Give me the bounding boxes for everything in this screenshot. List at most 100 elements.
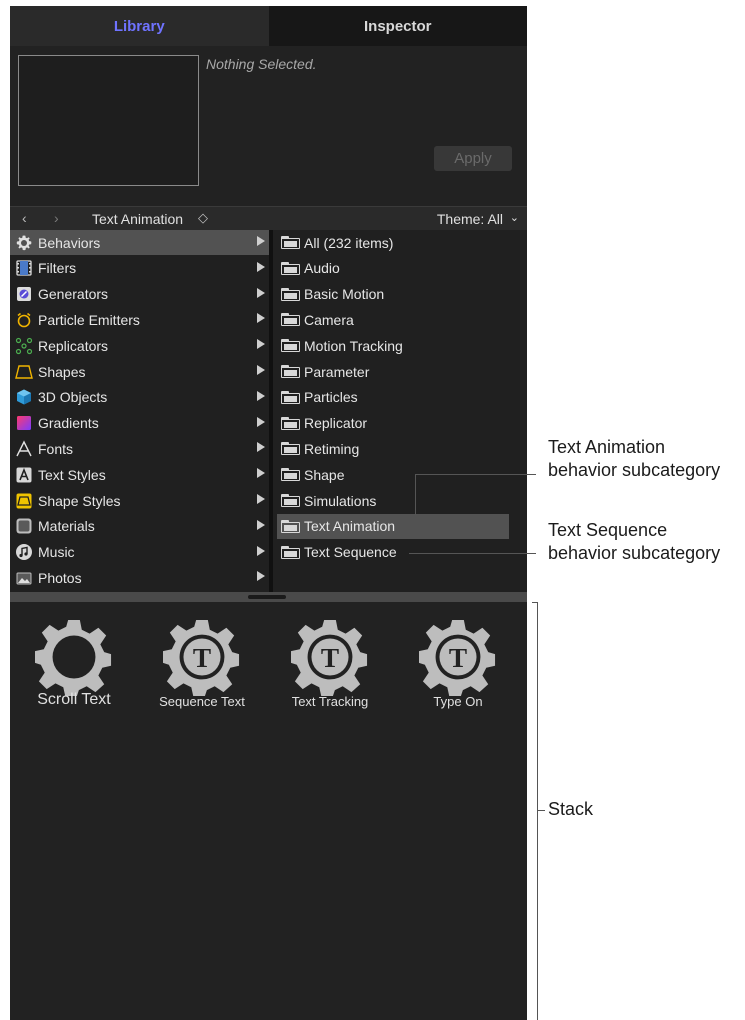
subcategory-label: Replicator bbox=[304, 415, 368, 432]
category-label: Photos bbox=[38, 569, 82, 586]
theme-popup[interactable]: Theme: All bbox=[437, 211, 503, 227]
disclosure-arrow-icon bbox=[257, 519, 265, 530]
gear-icon bbox=[35, 619, 112, 696]
disclosure-arrow-icon bbox=[257, 416, 265, 427]
category-item-particle-emitters[interactable]: Particle Emitters bbox=[10, 307, 269, 332]
subcategory-item-simulations[interactable]: Simulations bbox=[277, 488, 509, 513]
disclosure-arrow-icon bbox=[257, 339, 265, 350]
photos-icon bbox=[15, 569, 33, 587]
category-item-text-styles[interactable]: Text Styles bbox=[10, 462, 269, 487]
category-label: Gradients bbox=[38, 415, 99, 432]
subcategory-label: Basic Motion bbox=[304, 286, 385, 303]
category-item-fonts[interactable]: Fonts bbox=[10, 436, 269, 461]
folder-icon bbox=[281, 442, 300, 456]
selection-status: Nothing Selected. bbox=[206, 56, 317, 72]
folder-icon bbox=[281, 236, 300, 249]
category-item-behaviors[interactable]: Behaviors bbox=[10, 230, 269, 255]
alarm-icon bbox=[15, 311, 33, 329]
category-popup[interactable]: Text Animation bbox=[92, 211, 183, 227]
category-label: Behaviors bbox=[38, 234, 101, 251]
subcategory-item-basic-motion[interactable]: Basic Motion bbox=[277, 282, 509, 307]
folder-icon bbox=[281, 365, 300, 378]
subcategory-item-replicator[interactable]: Replicator bbox=[277, 411, 509, 436]
subcategory-label: Parameter bbox=[304, 363, 370, 380]
replicator-icon bbox=[15, 337, 33, 355]
category-item-replicators[interactable]: Replicators bbox=[10, 333, 269, 358]
disclosure-arrow-icon bbox=[257, 236, 265, 246]
gear-text-icon: T bbox=[163, 619, 240, 696]
folder-icon bbox=[281, 545, 300, 559]
category-item-filters[interactable]: Filters bbox=[10, 256, 269, 281]
category-item-3d-objects[interactable]: 3D Objects bbox=[10, 385, 269, 410]
disclosure-arrow-icon bbox=[257, 494, 265, 504]
disclosure-arrow-icon bbox=[257, 390, 265, 401]
splitter-grip[interactable] bbox=[248, 595, 286, 599]
disclosure-arrow-icon bbox=[257, 442, 265, 453]
subcategory-label: Text Sequence bbox=[304, 544, 397, 561]
subcategory-item-text-animation[interactable]: Text Animation bbox=[277, 513, 509, 539]
category-item-photos[interactable]: Photos bbox=[10, 565, 269, 590]
stack-item-scroll-text[interactable]: Scroll Text bbox=[10, 618, 138, 728]
callout-line-stack bbox=[537, 810, 545, 811]
category-item-music[interactable]: Music bbox=[10, 540, 269, 565]
preview-area: Nothing Selected. Apply bbox=[10, 46, 527, 206]
tab-library[interactable]: Library bbox=[10, 6, 269, 46]
svg-text:T: T bbox=[193, 643, 211, 673]
subcategory-item-motion-tracking[interactable]: Motion Tracking bbox=[277, 333, 509, 358]
chevron-down-icon: ⌄ bbox=[509, 212, 519, 224]
back-button[interactable]: ‹ bbox=[22, 210, 27, 226]
panel-tabs: Library Inspector bbox=[10, 6, 527, 46]
folder-icon bbox=[281, 313, 300, 327]
category-label: 3D Objects bbox=[38, 389, 108, 406]
svg-text:T: T bbox=[321, 643, 339, 673]
generator-icon bbox=[15, 285, 33, 303]
font-icon bbox=[15, 440, 33, 458]
category-item-shape-styles[interactable]: Shape Styles bbox=[10, 488, 269, 513]
callout-text-sequence: Text Sequence behavior subcategory bbox=[548, 519, 720, 565]
gradient-icon bbox=[15, 414, 33, 432]
materials-icon bbox=[15, 517, 33, 535]
subcategory-item-all[interactable]: All (232 items) bbox=[277, 230, 509, 255]
subcategory-item-parameter[interactable]: Parameter bbox=[277, 359, 509, 384]
music-icon bbox=[15, 543, 33, 561]
subcategory-item-particles[interactable]: Particles bbox=[277, 385, 509, 410]
subcategory-item-camera[interactable]: Camera bbox=[277, 307, 509, 332]
stack-item-text-tracking[interactable]: T Text Tracking bbox=[266, 618, 394, 728]
folder-icon bbox=[281, 468, 300, 482]
stack-item-type-on[interactable]: T Type On bbox=[394, 618, 522, 728]
callout-line-text-sequence bbox=[409, 553, 536, 554]
folder-icon bbox=[281, 494, 300, 507]
tab-inspector[interactable]: Inspector bbox=[268, 6, 527, 46]
category-list: Behaviors Filters Generators Particle Em… bbox=[10, 230, 269, 592]
callout-text-animation: Text Animation behavior subcategory bbox=[548, 436, 720, 482]
subcategory-label: Simulations bbox=[304, 492, 377, 509]
category-item-materials[interactable]: Materials bbox=[10, 514, 269, 539]
category-item-shapes[interactable]: Shapes bbox=[10, 359, 269, 384]
category-item-generators[interactable]: Generators bbox=[10, 282, 269, 307]
category-item-gradients[interactable]: Gradients bbox=[10, 411, 269, 436]
trapezoid-icon bbox=[15, 363, 33, 381]
cube-icon bbox=[15, 388, 33, 406]
text-style-icon bbox=[15, 466, 33, 484]
apply-button[interactable]: Apply bbox=[434, 146, 512, 171]
callout-line-text-animation-h bbox=[415, 474, 536, 475]
subcategory-label: Motion Tracking bbox=[304, 337, 403, 354]
stack-item-sequence-text[interactable]: T Sequence Text bbox=[138, 618, 266, 728]
subcategory-item-retiming[interactable]: Retiming bbox=[277, 436, 509, 461]
subcategory-label: Audio bbox=[304, 260, 340, 277]
category-label: Shape Styles bbox=[38, 492, 121, 509]
gear-text-icon: T bbox=[291, 619, 368, 696]
category-label: Text Styles bbox=[38, 466, 106, 483]
category-label: Fonts bbox=[38, 440, 74, 457]
subcategory-label: Text Animation bbox=[304, 518, 396, 535]
category-label: Replicators bbox=[38, 337, 109, 354]
forward-button[interactable]: › bbox=[54, 210, 59, 226]
gear-icon bbox=[15, 234, 33, 252]
callout-text-animation-line1: Text Animation bbox=[548, 437, 666, 457]
subcategory-item-audio[interactable]: Audio bbox=[277, 256, 509, 281]
folder-icon bbox=[281, 287, 300, 301]
callout-stack: Stack bbox=[548, 799, 594, 819]
stack-splitter[interactable] bbox=[10, 592, 527, 602]
subcategory-label: Particles bbox=[304, 389, 358, 406]
subcategory-list: All (232 items) Audio Basic Motion Camer… bbox=[273, 230, 527, 592]
